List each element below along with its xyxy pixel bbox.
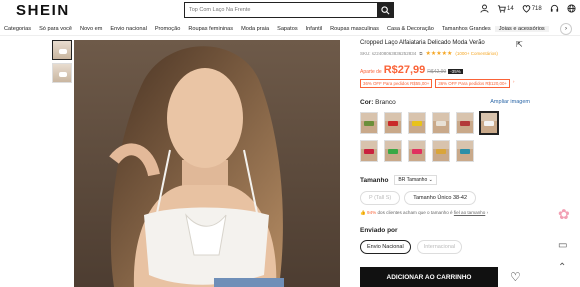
reviews-link[interactable]: (1000+ Comentários) <box>455 51 497 56</box>
coupon-list: 36% OFF Para pedidos R$55,00+ 36% OFF Pa… <box>360 79 530 88</box>
ship-option-national[interactable]: Envio Nacional <box>360 240 411 254</box>
wishlist-count: 718 <box>531 5 542 12</box>
fit-link[interactable]: fiel ao tamanho <box>454 210 485 215</box>
flower-icon[interactable]: ✿ <box>558 206 570 223</box>
shein-logo[interactable]: SHEIN <box>16 2 70 19</box>
price-row: Aparte de R$27,99 R$42,99 -35% <box>360 64 530 76</box>
search-icon <box>380 5 389 14</box>
color-swatch[interactable] <box>360 112 378 134</box>
wishlist-button[interactable]: 718 <box>522 4 542 13</box>
nav-promocao[interactable]: Promoção <box>151 26 185 32</box>
nav-novo-em[interactable]: Novo em <box>76 26 106 32</box>
nav-sapatos[interactable]: Sapatos <box>273 26 302 32</box>
chevron-right-icon: › <box>486 210 489 215</box>
cart-button[interactable]: 14 <box>497 4 514 13</box>
coupon-tag[interactable]: 36% OFF Para pedidos R$120,00+ <box>435 79 510 88</box>
sku-row: SKU: sz2408063836252834 ⧉ ★★★★★ (1000+ C… <box>360 50 530 57</box>
color-value: Branco <box>375 99 396 106</box>
current-price: R$27,99 <box>383 64 426 76</box>
size-region-select[interactable]: BR Tamanho ⌄ <box>394 175 437 185</box>
color-swatch[interactable] <box>456 112 474 134</box>
header-icons: 14 718 <box>480 4 576 13</box>
add-to-cart-button[interactable]: ADICIONAR AO CARRINHO <box>360 267 498 287</box>
product-title: Cropped Laço Alfaiataria Delicado Moda V… <box>360 40 485 46</box>
support-icon[interactable] <box>550 4 559 13</box>
nav-casa-decoracao[interactable]: Casa & Decoração <box>383 26 438 32</box>
search-bar <box>184 2 394 18</box>
chevron-right-icon[interactable]: › <box>513 79 514 88</box>
color-swatch[interactable] <box>456 140 474 162</box>
thumbnail-list <box>52 40 72 86</box>
discount-badge: -35% <box>448 69 463 74</box>
thumbnail-image[interactable] <box>52 40 72 60</box>
size-option[interactable]: Tamanho Único 38-42 <box>404 191 477 205</box>
nav-moda-praia[interactable]: Moda praia <box>237 26 273 32</box>
nav-infantil[interactable]: Infantil <box>302 26 326 32</box>
copy-icon[interactable]: ⧉ <box>419 51 422 56</box>
fit-info: 👍 94% dos clientes acham que o tamanho é… <box>360 210 530 216</box>
chevron-right-icon: › <box>565 26 567 32</box>
search-button[interactable] <box>377 3 393 17</box>
coupon-tag[interactable]: 36% OFF Para pedidos R$55,00+ <box>360 79 433 88</box>
shipping-options: Envio Nacional Internacional <box>360 240 530 254</box>
size-section: Tamanho BR Tamanho ⌄ <box>360 175 530 185</box>
nav-roupas-femininas[interactable]: Roupas femininas <box>184 26 237 32</box>
color-swatch[interactable] <box>479 111 499 135</box>
nav-joias-acessorios[interactable]: Joias e acessórios <box>494 25 549 32</box>
share-icon[interactable]: ⇱ <box>516 40 523 49</box>
color-swatches <box>360 111 530 162</box>
color-swatch[interactable] <box>408 112 426 134</box>
price-from-label: Aparte de <box>360 69 382 75</box>
heart-icon <box>522 5 530 13</box>
nav-next-button[interactable]: › <box>560 23 572 35</box>
color-swatch[interactable] <box>432 140 450 162</box>
scroll-top-icon[interactable]: ⌃ <box>558 262 566 273</box>
chevron-down-icon: ⌄ <box>428 177 433 183</box>
category-nav: Categorias Só para você Novo em Envio na… <box>0 22 580 36</box>
old-price: R$42,99 <box>427 69 447 75</box>
thumbnail-image[interactable] <box>52 63 72 83</box>
color-swatch[interactable] <box>384 112 402 134</box>
shipping-label: Enviado por <box>360 227 398 234</box>
top-bar: SHEIN 14 718 <box>0 0 580 22</box>
sku-text: SKU: sz2408063836252834 <box>360 51 417 56</box>
search-input[interactable] <box>185 3 377 17</box>
color-swatch[interactable] <box>408 140 426 162</box>
size-label: Tamanho <box>360 176 389 184</box>
rating-stars: ★★★★★ <box>425 51 453 57</box>
product-image[interactable] <box>74 40 340 287</box>
color-label: Cor: <box>360 99 374 106</box>
chat-icon[interactable]: ▭ <box>558 240 567 251</box>
shipping-section: Enviado por <box>360 227 530 234</box>
cart-icon <box>497 5 506 13</box>
product-info: Cropped Laço Alfaiataria Delicado Moda V… <box>360 40 530 254</box>
thumbs-up-icon: 👍 <box>360 210 366 215</box>
nav-envio-nacional[interactable]: Envio nacional <box>106 26 150 32</box>
ship-option-international[interactable]: Internacional <box>416 240 463 254</box>
fit-percent: 94% <box>367 210 377 215</box>
nav-so-para-voce[interactable]: Só para você <box>35 26 76 32</box>
nav-categorias[interactable]: Categorias <box>0 26 35 32</box>
size-region-value: BR Tamanho <box>398 177 428 183</box>
color-swatch[interactable] <box>360 140 378 162</box>
color-swatch[interactable] <box>432 112 450 134</box>
fit-text: dos clientes acham que o tamanho é <box>377 210 453 215</box>
color-swatch[interactable] <box>384 140 402 162</box>
zoom-image-link[interactable]: Ampliar imagem <box>490 99 530 106</box>
user-icon[interactable] <box>480 4 489 13</box>
wishlist-heart-icon[interactable]: ♡ <box>510 270 521 284</box>
size-option[interactable]: P (Tall S) <box>360 191 401 205</box>
size-options: P (Tall S) Tamanho Único 38-42 <box>360 191 530 205</box>
globe-icon[interactable] <box>567 4 576 13</box>
cart-count: 14 <box>507 5 514 12</box>
cart-actions: ADICIONAR AO CARRINHO ♡ <box>360 267 521 287</box>
color-section: Cor: Branco Ampliar imagem <box>360 99 530 106</box>
nav-tamanhos-grandes[interactable]: Tamanhos Grandes <box>438 26 495 32</box>
nav-roupas-masculinas[interactable]: Roupas masculinas <box>326 26 383 32</box>
